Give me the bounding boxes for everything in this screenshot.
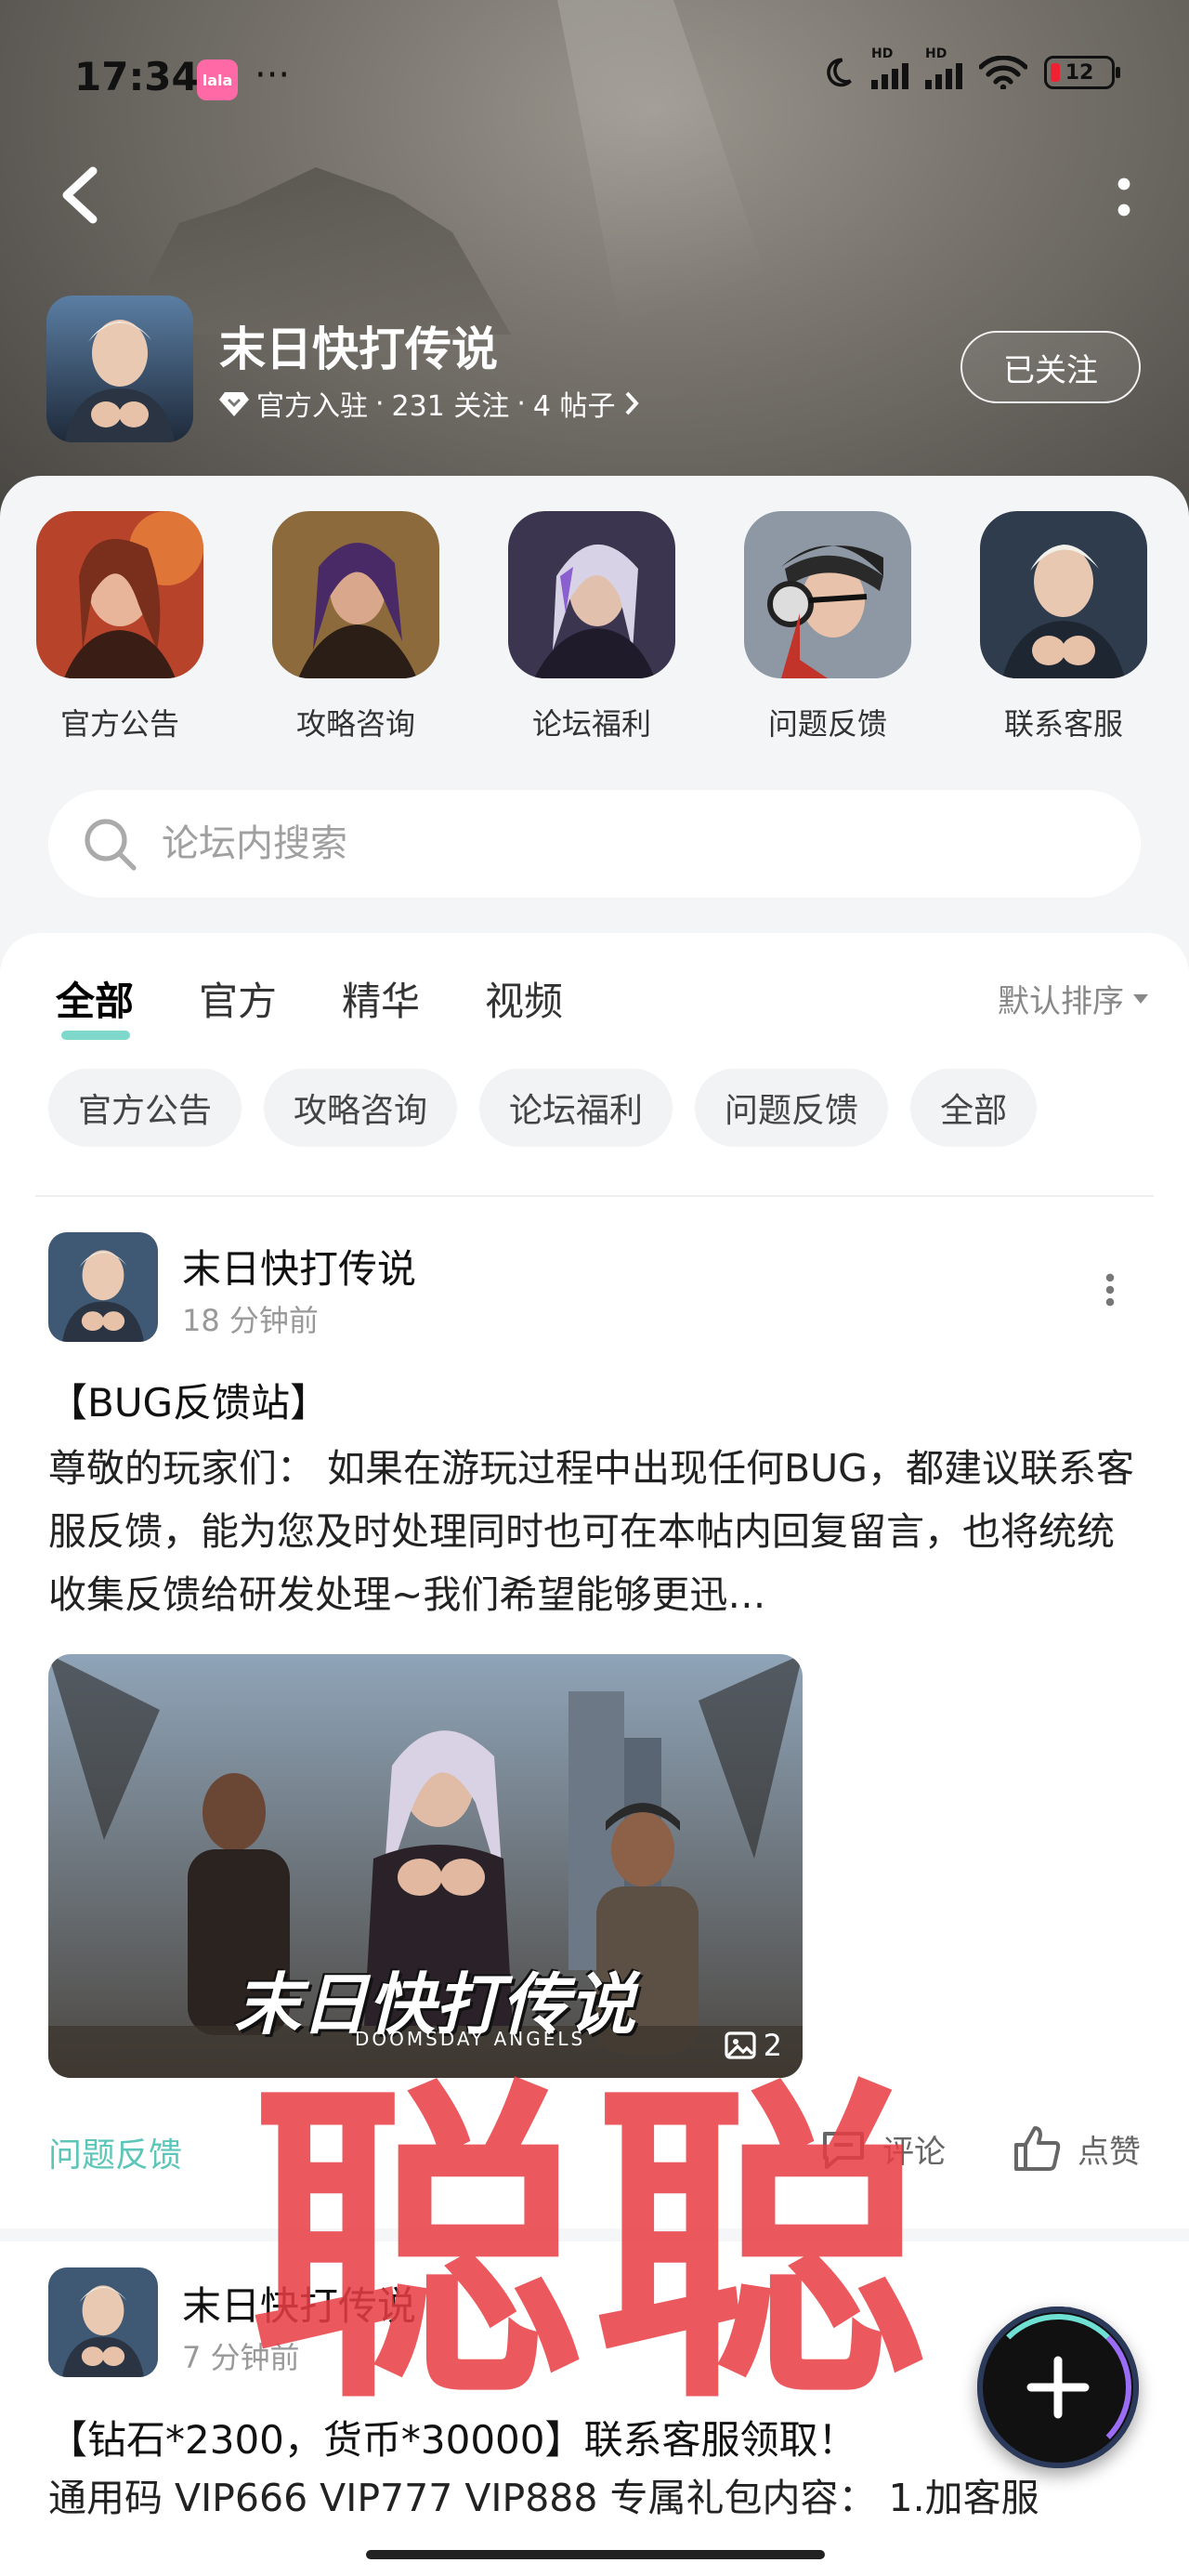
back-arrow-icon[interactable]: [56, 165, 102, 225]
feedback-thumbnail: [744, 511, 911, 678]
caret-down-icon: [1133, 993, 1148, 1004]
comment-button[interactable]: 评论: [819, 2124, 946, 2173]
support-thumbnail: [980, 511, 1147, 678]
image-count-value: 2: [763, 2028, 782, 2063]
search-input[interactable]: [162, 822, 998, 865]
quick-link-label: 攻略咨询: [295, 706, 415, 742]
follow-button[interactable]: 已关注: [960, 331, 1141, 403]
author-avatar[interactable]: [48, 2267, 158, 2377]
tab-video[interactable]: 视频: [485, 970, 563, 1040]
divider: [35, 1195, 1154, 1197]
more-notifications-indicator: ···: [255, 54, 291, 97]
image-icon: [725, 2031, 756, 2059]
status-time: 17:34: [74, 54, 199, 99]
wifi-icon: [979, 56, 1027, 89]
post-time: 18 分钟前: [182, 1303, 319, 1338]
quick-link-label: 联系客服: [1003, 706, 1123, 742]
post-more-icon[interactable]: [1104, 1273, 1117, 1307]
like-label: 点赞: [1078, 2133, 1141, 2171]
chip-feedback[interactable]: 问题反馈: [695, 1069, 889, 1147]
moon-icon: [827, 58, 852, 87]
search-icon: [85, 819, 137, 871]
author-name[interactable]: 末日快打传说: [182, 1238, 416, 1295]
quick-link-feedback[interactable]: 问题反馈: [710, 511, 946, 743]
create-post-button[interactable]: [977, 2307, 1139, 2468]
post-count: 4 帖子: [532, 390, 616, 423]
meta-separator: ·: [375, 387, 385, 420]
game-logo-subtitle: DOOMSDAY ANGELS: [355, 2028, 586, 2050]
tab-featured[interactable]: 精华: [342, 970, 420, 1040]
comment-icon: [823, 2132, 864, 2169]
quick-link-support[interactable]: 联系客服: [946, 511, 1182, 743]
sort-label: 默认排序: [998, 983, 1124, 1020]
divider: [0, 2228, 1189, 2241]
chip-announcements[interactable]: 官方公告: [48, 1069, 242, 1147]
signal-icon-2: HD: [925, 46, 962, 89]
status-icons: HD HD 12: [821, 46, 1120, 89]
forum-meta[interactable]: 官方入驻 · 231 关注 · 4 帖子: [219, 383, 640, 424]
author-name[interactable]: 末日快打传说: [182, 2275, 416, 2332]
quick-link-benefits[interactable]: 论坛福利: [474, 511, 710, 743]
home-indicator[interactable]: [366, 2550, 825, 2559]
post-image[interactable]: 末日快打传说 DOOMSDAY ANGELS 2: [48, 1654, 803, 2078]
forum-title: 末日快打传说: [219, 322, 498, 376]
tab-official[interactable]: 官方: [199, 970, 277, 1040]
post-body: 尊敬的玩家们： 如果在游玩过程中出现任何BUG，都建议联系客服反馈，能为您及时处…: [48, 1446, 1134, 1617]
more-vertical-icon[interactable]: [1115, 177, 1133, 217]
app-notification-icon: lala: [197, 59, 238, 100]
image-count: 2: [725, 2028, 782, 2063]
chip-all[interactable]: 全部: [910, 1069, 1038, 1147]
signal-icon: HD: [871, 46, 908, 89]
announcements-thumbnail: [36, 511, 203, 678]
post-title: 【BUG反馈站】: [48, 1380, 330, 1426]
forum-search-bar[interactable]: [48, 790, 1141, 898]
quick-link-announcements[interactable]: 官方公告: [2, 511, 238, 743]
tab-all[interactable]: 全部: [56, 970, 134, 1040]
status-bar: 17:34 lala ··· HD HD 12: [0, 46, 1189, 112]
post-tag[interactable]: 问题反馈: [48, 2128, 182, 2176]
comment-label: 评论: [882, 2133, 946, 2171]
battery-icon: 12: [1044, 56, 1120, 89]
post-title: 【钻石*2300，货币*30000】联系客服领取！: [48, 2417, 857, 2463]
official-label: 官方入驻: [256, 390, 368, 423]
quick-link-label: 官方公告: [59, 706, 179, 742]
meta-separator: ·: [516, 387, 526, 420]
feed-tabs: 全部 官方 精华 视频: [56, 970, 563, 1040]
chip-benefits[interactable]: 论坛福利: [479, 1069, 673, 1147]
forum-avatar[interactable]: [46, 296, 193, 442]
category-chips: 官方公告 攻略咨询 论坛福利 问题反馈 全部: [48, 1069, 1038, 1147]
thumbs-up-icon: [1014, 2126, 1061, 2171]
like-button[interactable]: 点赞: [1011, 2124, 1141, 2173]
post-body: 通用码 VIP666 VIP777 VIP888 专属礼包内容： 1.加客服: [48, 2476, 1039, 2520]
quick-link-guides[interactable]: 攻略咨询: [238, 511, 474, 743]
plus-icon: [1026, 2356, 1090, 2419]
verified-diamond-icon: [219, 392, 249, 416]
quick-links: 官方公告 攻略咨询 论坛福利 问题反馈 联系客服: [0, 511, 1189, 743]
author-avatar[interactable]: [48, 1232, 158, 1342]
guides-thumbnail: [272, 511, 439, 678]
quick-link-label: 论坛福利: [531, 706, 651, 742]
quick-link-label: 问题反馈: [767, 706, 887, 742]
benefits-thumbnail: [508, 511, 675, 678]
app-screen: 17:34 lala ··· HD HD 12 末日快打传说 官方入驻 · 23…: [0, 0, 1189, 2576]
follow-count: 231 关注: [391, 390, 510, 423]
post-actions: 评论 点赞: [819, 2124, 1141, 2173]
sort-dropdown[interactable]: 默认排序: [998, 976, 1148, 1021]
chip-guides[interactable]: 攻略咨询: [264, 1069, 458, 1147]
chevron-right-icon: [625, 391, 639, 415]
post-time: 7 分钟前: [182, 2340, 300, 2375]
